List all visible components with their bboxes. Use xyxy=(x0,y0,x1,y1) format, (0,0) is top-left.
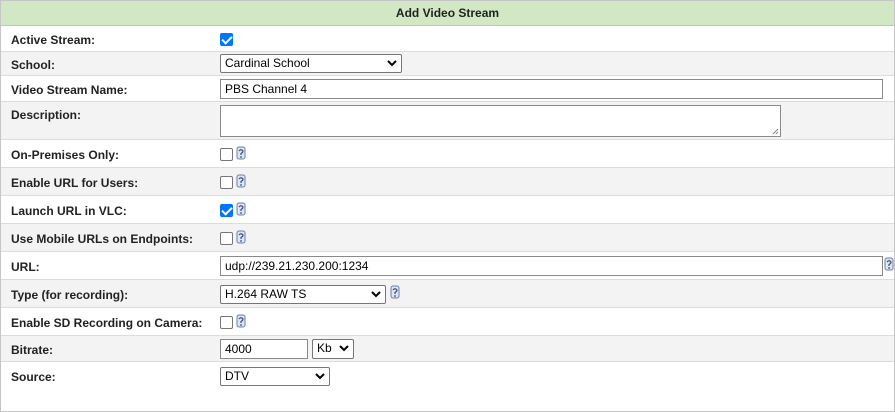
school-label: School: xyxy=(11,58,55,72)
sd-recording-checkbox[interactable] xyxy=(220,316,233,330)
source-select-value: DTV xyxy=(225,369,249,383)
description-textarea[interactable] xyxy=(220,105,781,137)
row-active-stream: Active Stream: xyxy=(1,26,894,52)
row-description: Description: xyxy=(1,102,894,140)
row-school: School: Cardinal School xyxy=(1,52,894,76)
chevron-down-icon xyxy=(315,373,325,380)
help-scroll-icon[interactable] xyxy=(884,257,894,271)
video-stream-name-label: Video Stream Name: xyxy=(11,83,128,97)
row-sd-recording: Enable SD Recording on Camera: xyxy=(1,308,894,336)
type-select[interactable]: H.264 RAW TS xyxy=(220,285,386,304)
mobile-urls-label: Use Mobile URLs on Endpoints: xyxy=(11,232,193,246)
help-scroll-icon[interactable] xyxy=(236,174,246,188)
on-premises-checkbox[interactable] xyxy=(220,148,233,162)
source-select[interactable]: DTV xyxy=(220,367,330,386)
bitrate-unit-select[interactable]: Kb xyxy=(312,339,354,359)
description-label: Description: xyxy=(11,108,82,122)
school-select[interactable]: Cardinal School xyxy=(220,54,402,73)
sd-recording-label: Enable SD Recording on Camera: xyxy=(11,316,203,330)
source-label: Source: xyxy=(11,370,56,384)
row-video-stream-name: Video Stream Name: PBS Channel 4 xyxy=(1,76,894,102)
bitrate-label: Bitrate: xyxy=(11,343,54,357)
add-video-stream-form: Add Video Stream Active Stream: School: … xyxy=(0,0,895,412)
row-bitrate: Bitrate: 4000 Kb xyxy=(1,336,894,362)
url-input[interactable]: udp://239.21.230.200:1234 xyxy=(220,256,883,276)
type-label: Type (for recording): xyxy=(11,288,129,302)
bitrate-unit-value: Kb xyxy=(317,341,332,355)
url-label: URL: xyxy=(11,260,40,274)
enable-url-label: Enable URL for Users: xyxy=(11,176,139,190)
chevron-down-icon xyxy=(339,345,349,352)
enable-url-checkbox[interactable] xyxy=(220,176,233,190)
resize-grip-icon[interactable] xyxy=(771,127,779,135)
chevron-down-icon xyxy=(371,291,381,298)
video-stream-name-input[interactable]: PBS Channel 4 xyxy=(220,79,883,99)
chevron-down-icon xyxy=(387,60,397,67)
school-select-value: Cardinal School xyxy=(225,56,310,70)
active-stream-label: Active Stream: xyxy=(11,33,96,47)
form-title: Add Video Stream xyxy=(1,1,894,26)
row-type: Type (for recording): H.264 RAW TS xyxy=(1,280,894,308)
row-launch-vlc: Launch URL in VLC: xyxy=(1,196,894,224)
active-stream-checkbox[interactable] xyxy=(220,33,233,47)
row-on-premises: On-Premises Only: xyxy=(1,140,894,168)
row-enable-url: Enable URL for Users: xyxy=(1,168,894,196)
launch-vlc-label: Launch URL in VLC: xyxy=(11,204,127,218)
help-scroll-icon[interactable] xyxy=(236,230,246,244)
on-premises-label: On-Premises Only: xyxy=(11,148,120,162)
row-mobile-urls: Use Mobile URLs on Endpoints: xyxy=(1,224,894,252)
mobile-urls-checkbox[interactable] xyxy=(220,232,233,246)
bitrate-input[interactable]: 4000 xyxy=(220,339,308,359)
row-source: Source: DTV xyxy=(1,362,894,389)
help-scroll-icon[interactable] xyxy=(236,146,246,160)
row-url: URL: udp://239.21.230.200:1234 xyxy=(1,252,894,280)
type-select-value: H.264 RAW TS xyxy=(225,287,307,301)
help-scroll-icon[interactable] xyxy=(390,285,400,299)
launch-vlc-checkbox[interactable] xyxy=(220,204,233,218)
help-scroll-icon[interactable] xyxy=(236,314,246,328)
help-scroll-icon[interactable] xyxy=(236,202,246,216)
